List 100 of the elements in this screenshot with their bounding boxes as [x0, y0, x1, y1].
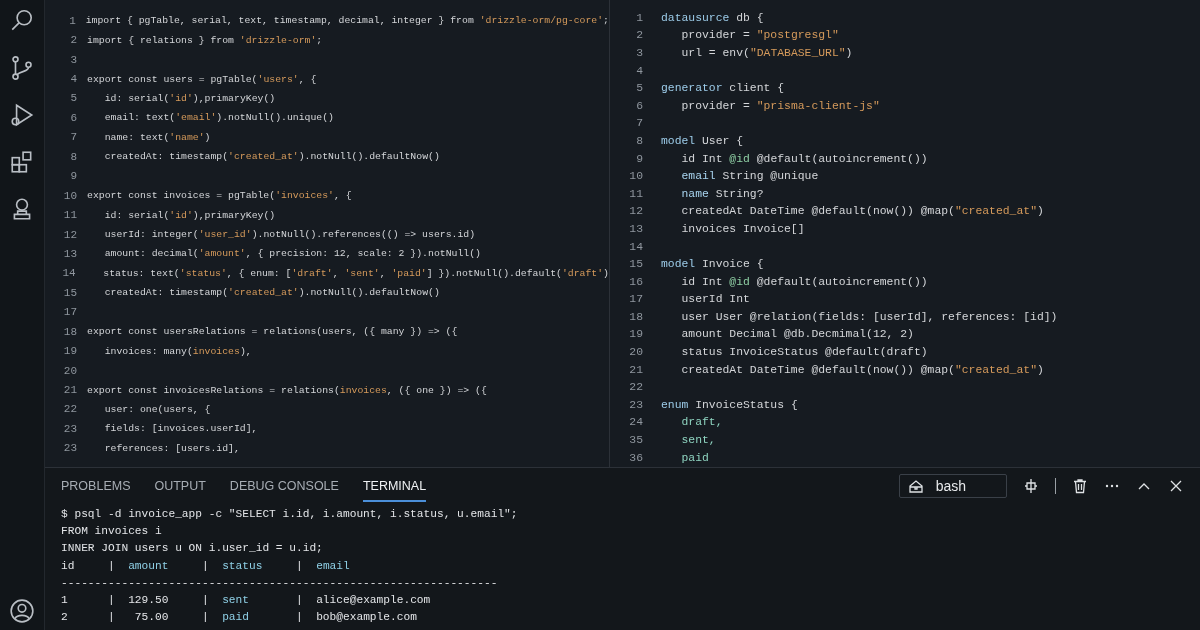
source-control-icon[interactable]	[9, 55, 35, 81]
code-line: export const usersRelations = relations(users, ({ many }) => ({	[87, 326, 458, 338]
line-number: 17	[628, 293, 643, 306]
line-number: 18	[628, 310, 643, 323]
split-terminal-icon[interactable]	[1023, 478, 1039, 494]
code-line: amount: decimal('amount', { precision: 12, scale: 2 }).notNull()	[103, 248, 481, 260]
line-number: 3	[69, 53, 77, 66]
line-number: 7	[635, 117, 643, 130]
terminal-line: INNER JOIN users u ON i.user_id = u.id;	[61, 541, 323, 557]
line-number: 14	[61, 267, 76, 280]
line-number: 20	[62, 364, 77, 377]
code-line: id Int @id @default(autoincrement())	[680, 152, 928, 165]
code-line: provider = "postgresgl"	[680, 29, 839, 42]
code-line: model User {	[661, 134, 744, 147]
code-line: status: text('status', { enum: ['draft', 'sent', 'paid'] }).notNull().default('draft')	[102, 267, 609, 279]
panel-tab[interactable]: DEBUG CONSOLE	[229, 470, 339, 502]
line-number: 23	[62, 442, 77, 455]
line-number: 7	[69, 131, 77, 144]
line-number: 6	[69, 111, 77, 124]
line-number: 3	[635, 47, 643, 59]
code-line: export const invoices = pgTable('invoices', {	[87, 190, 352, 202]
panel-tab[interactable]: OUTPUT	[154, 470, 206, 502]
panel-tab[interactable]: TERMINAL	[362, 470, 427, 502]
code-editor[interactable]	[610, 0, 1200, 467]
line-number: 6	[635, 99, 643, 112]
line-number: 2	[635, 29, 643, 42]
code-line: user: one(users, {	[103, 403, 211, 415]
code-line: id Int @id @default(autoincrement())	[680, 275, 928, 288]
code-line: fields: [invoices.userId],	[103, 423, 258, 435]
line-number: 10	[628, 170, 643, 183]
terminal-selector[interactable]: bash	[898, 474, 1007, 498]
line-number: 9	[635, 152, 643, 165]
line-number: 19	[62, 345, 77, 358]
code-line: id: serial('id'),primaryKey()	[103, 92, 276, 104]
code-line: createdAt DateTime @default(now()) @map("created_at")	[680, 205, 1044, 218]
code-line: export const users = pgTable('users', {	[87, 73, 317, 85]
line-number: 35	[628, 434, 643, 447]
line-number: 13	[62, 247, 77, 260]
code-line: datausurce db {	[661, 11, 764, 24]
code-line: sent,	[680, 434, 716, 447]
line-number: 17	[62, 306, 77, 319]
line-number: 20	[628, 346, 643, 359]
line-number: 5	[69, 92, 77, 105]
line-number: 4	[69, 73, 77, 86]
line-number: 12	[628, 205, 643, 218]
code-line: import { pgTable, serial, text, timestamp, decimal, integer } from 'drizzle-orm/pg-core';	[85, 15, 609, 27]
line-number: 1	[635, 11, 643, 24]
code-line: name: text('name')	[103, 131, 211, 143]
code-line: invoices Invoice[]	[680, 222, 805, 235]
terminal-line: $ psql -d invoice_app -c "SELECT i.id, i.amount, i.status, u.email";	[61, 507, 518, 522]
code-line: draft,	[680, 416, 723, 429]
code-line: enum InvoiceStatus {	[661, 398, 798, 411]
line-number: 21	[62, 384, 77, 397]
line-number: 1	[68, 14, 76, 27]
code-line: model Invoice {	[661, 258, 764, 271]
terminal-line: id | amount | status | email	[61, 558, 350, 574]
line-number: 2	[69, 34, 77, 47]
line-number: 24	[628, 416, 643, 429]
line-number: 22	[62, 403, 77, 416]
code-line: user User @relation(fields: [userId], references: [id])	[680, 310, 1058, 323]
line-number: 18	[62, 325, 77, 338]
line-number: 23	[62, 422, 77, 435]
account-icon[interactable]	[9, 598, 35, 624]
code-line: id: serial('id'),primaryKey()	[103, 209, 276, 221]
trash-icon[interactable]	[1072, 478, 1088, 494]
line-number: 16	[628, 275, 643, 288]
line-number: 8	[635, 134, 643, 147]
line-number: 13	[628, 222, 643, 235]
terminal-line: FROM invoices i	[61, 524, 162, 540]
code-line: invoices: many(invoices),	[103, 345, 252, 357]
line-number: 11	[62, 209, 77, 222]
line-number: 14	[628, 240, 643, 253]
code-line: email: text('email').notNull().unique()	[103, 112, 334, 124]
code-line: import { relations } from 'drizzle-orm';	[87, 34, 323, 46]
line-number: 11	[628, 187, 643, 200]
close-icon[interactable]	[1168, 478, 1184, 494]
code-line: status InvoiceStatus @default(draft)	[680, 346, 928, 359]
terminal-line: -----------------------------------------------------------------	[61, 575, 498, 591]
code-line: paid	[680, 451, 709, 464]
line-number: 10	[62, 189, 77, 202]
line-number: 15	[628, 258, 643, 271]
line-number: 23	[628, 398, 643, 411]
line-number: 4	[635, 64, 643, 77]
code-line: provider = "prisma-client-js"	[680, 99, 880, 112]
code-line: references: [users.id],	[103, 442, 240, 454]
line-number: 19	[628, 328, 643, 341]
line-number: 36	[628, 451, 643, 464]
terminal-line: 1 | 129.50 | sent | alice@example.com	[61, 592, 431, 608]
code-line: generator client {	[661, 82, 785, 95]
code-line: name String?	[680, 187, 764, 200]
code-line: userId Int	[680, 293, 750, 306]
code-line: createdAt DateTime @default(now()) @map("created_at")	[680, 363, 1044, 376]
panel-tab[interactable]: PROBLEMS	[61, 470, 131, 502]
code-line: url = env("DATABASE_URL")	[680, 47, 853, 59]
line-number: 21	[628, 363, 643, 376]
line-number: 15	[62, 286, 77, 299]
code-editor[interactable]	[45, 0, 610, 467]
line-number: 9	[69, 170, 77, 183]
code-line: email String @unique	[680, 170, 819, 183]
run-debug-icon[interactable]	[9, 102, 35, 128]
